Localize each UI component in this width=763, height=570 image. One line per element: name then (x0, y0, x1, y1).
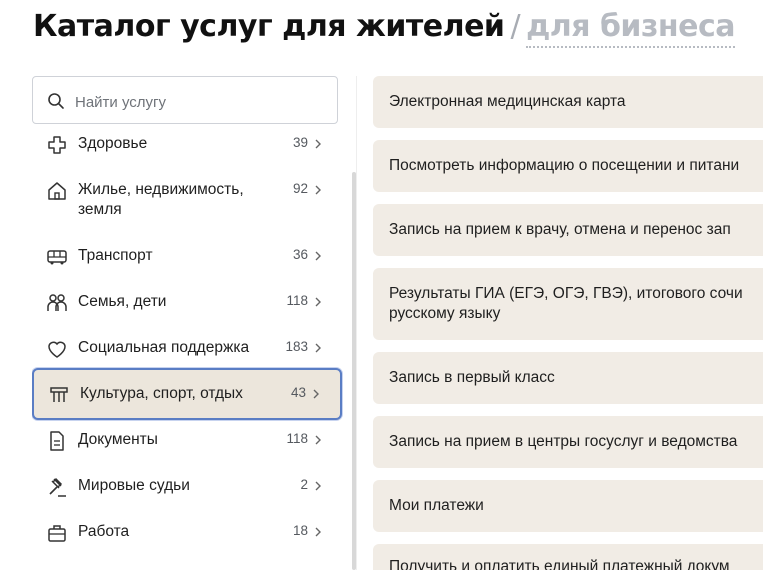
service-label: Запись на прием в центры госуслуг и ведо… (389, 433, 738, 450)
heart-icon (48, 341, 66, 358)
category-label: Мировые судьи (78, 477, 190, 494)
category-label: Здоровье (78, 135, 148, 152)
service-card[interactable]: Посмотреть информацию о посещении и пита… (373, 140, 763, 192)
category-count: 183 (285, 339, 308, 354)
page-title: Каталог услуг для жителей / для бизнеса (33, 9, 735, 48)
service-list: Электронная медицинская карта Посмотреть… (373, 76, 763, 570)
document-icon (50, 431, 64, 451)
column-divider (356, 76, 357, 570)
category-item-documents[interactable]: Документы 118 (32, 430, 342, 454)
chevron-right-icon (315, 297, 321, 307)
title-separator: / (510, 9, 521, 44)
family-icon (47, 294, 67, 311)
service-label: Получить и оплатить единый платежный док… (389, 558, 730, 570)
service-label: Мои платежи (389, 497, 484, 514)
service-label: Запись в первый класс (389, 369, 555, 386)
category-item-housing[interactable]: Жилье, недвижимость, земля 92 (32, 180, 342, 224)
service-card[interactable]: Мои платежи (373, 480, 763, 532)
chevron-right-icon (315, 139, 321, 149)
category-count: 36 (292, 247, 308, 262)
chevron-right-icon (315, 527, 321, 537)
service-label: Посмотреть информацию о посещении и пита… (389, 157, 740, 174)
search-box[interactable] (32, 76, 338, 124)
service-label: Результаты ГИА (ЕГЭ, ОГЭ, ГВЭ), итоговог… (389, 285, 743, 322)
category-list: Здоровье 39 Жилье, недвижимость, земля 9… (32, 124, 344, 570)
service-card[interactable]: Получить и оплатить единый платежный док… (373, 544, 763, 570)
category-item-health[interactable]: Здоровье 39 (32, 134, 342, 158)
category-label: Культура, спорт, отдых (80, 385, 243, 402)
chevron-right-icon (315, 481, 321, 491)
category-item-work[interactable]: Работа 18 (32, 522, 342, 546)
category-label: Социальная поддержка (78, 339, 250, 356)
category-count: 18 (292, 523, 308, 538)
service-label: Запись на прием к врачу, отмена и перено… (389, 221, 731, 238)
service-card[interactable]: Запись в первый класс (373, 352, 763, 404)
service-card[interactable]: Запись на прием в центры госуслуг и ведо… (373, 416, 763, 468)
service-card[interactable]: Электронная медицинская карта (373, 76, 763, 128)
house-icon (48, 182, 66, 200)
service-card[interactable]: Результаты ГИА (ЕГЭ, ОГЭ, ГВЭ), итоговог… (373, 268, 763, 340)
health-cross-icon (48, 136, 66, 154)
category-count: 92 (292, 181, 308, 196)
business-catalog-link[interactable]: для бизнеса (526, 9, 735, 48)
theater-icon (50, 387, 68, 402)
category-item-family[interactable]: Семья, дети 118 (32, 292, 342, 316)
gavel-icon (49, 477, 66, 497)
category-count: 43 (290, 385, 306, 400)
category-item-culture[interactable]: Культура, спорт, отдых 43 (32, 368, 342, 420)
chevron-right-icon (315, 185, 321, 195)
briefcase-icon (48, 525, 66, 542)
chevron-right-icon (313, 389, 319, 399)
category-label: Транспорт (78, 247, 153, 264)
category-label: Документы (78, 431, 158, 448)
category-label: Работа (78, 523, 130, 540)
category-item-social[interactable]: Социальная поддержка 183 (32, 338, 342, 362)
chevron-right-icon (315, 343, 321, 353)
category-item-transport[interactable]: Транспорт 36 (32, 246, 342, 270)
search-input[interactable] (73, 90, 327, 114)
service-label: Электронная медицинская карта (389, 93, 626, 110)
search-icon (48, 93, 64, 109)
category-count: 2 (300, 477, 308, 492)
page-title-main: Каталог услуг для жителей (33, 9, 505, 44)
category-label: Семья, дети (78, 293, 167, 310)
service-card[interactable]: Запись на прием к врачу, отмена и перено… (373, 204, 763, 256)
category-count: 39 (292, 135, 308, 150)
category-count: 118 (286, 431, 308, 446)
category-scrollbar[interactable] (352, 172, 356, 570)
category-item-judges[interactable]: Мировые судьи 2 (32, 476, 342, 500)
chevron-right-icon (315, 251, 321, 261)
category-count: 118 (286, 293, 308, 308)
bus-icon (47, 250, 67, 265)
chevron-right-icon (315, 435, 321, 445)
category-label: Жилье, недвижимость, земля (78, 181, 244, 218)
